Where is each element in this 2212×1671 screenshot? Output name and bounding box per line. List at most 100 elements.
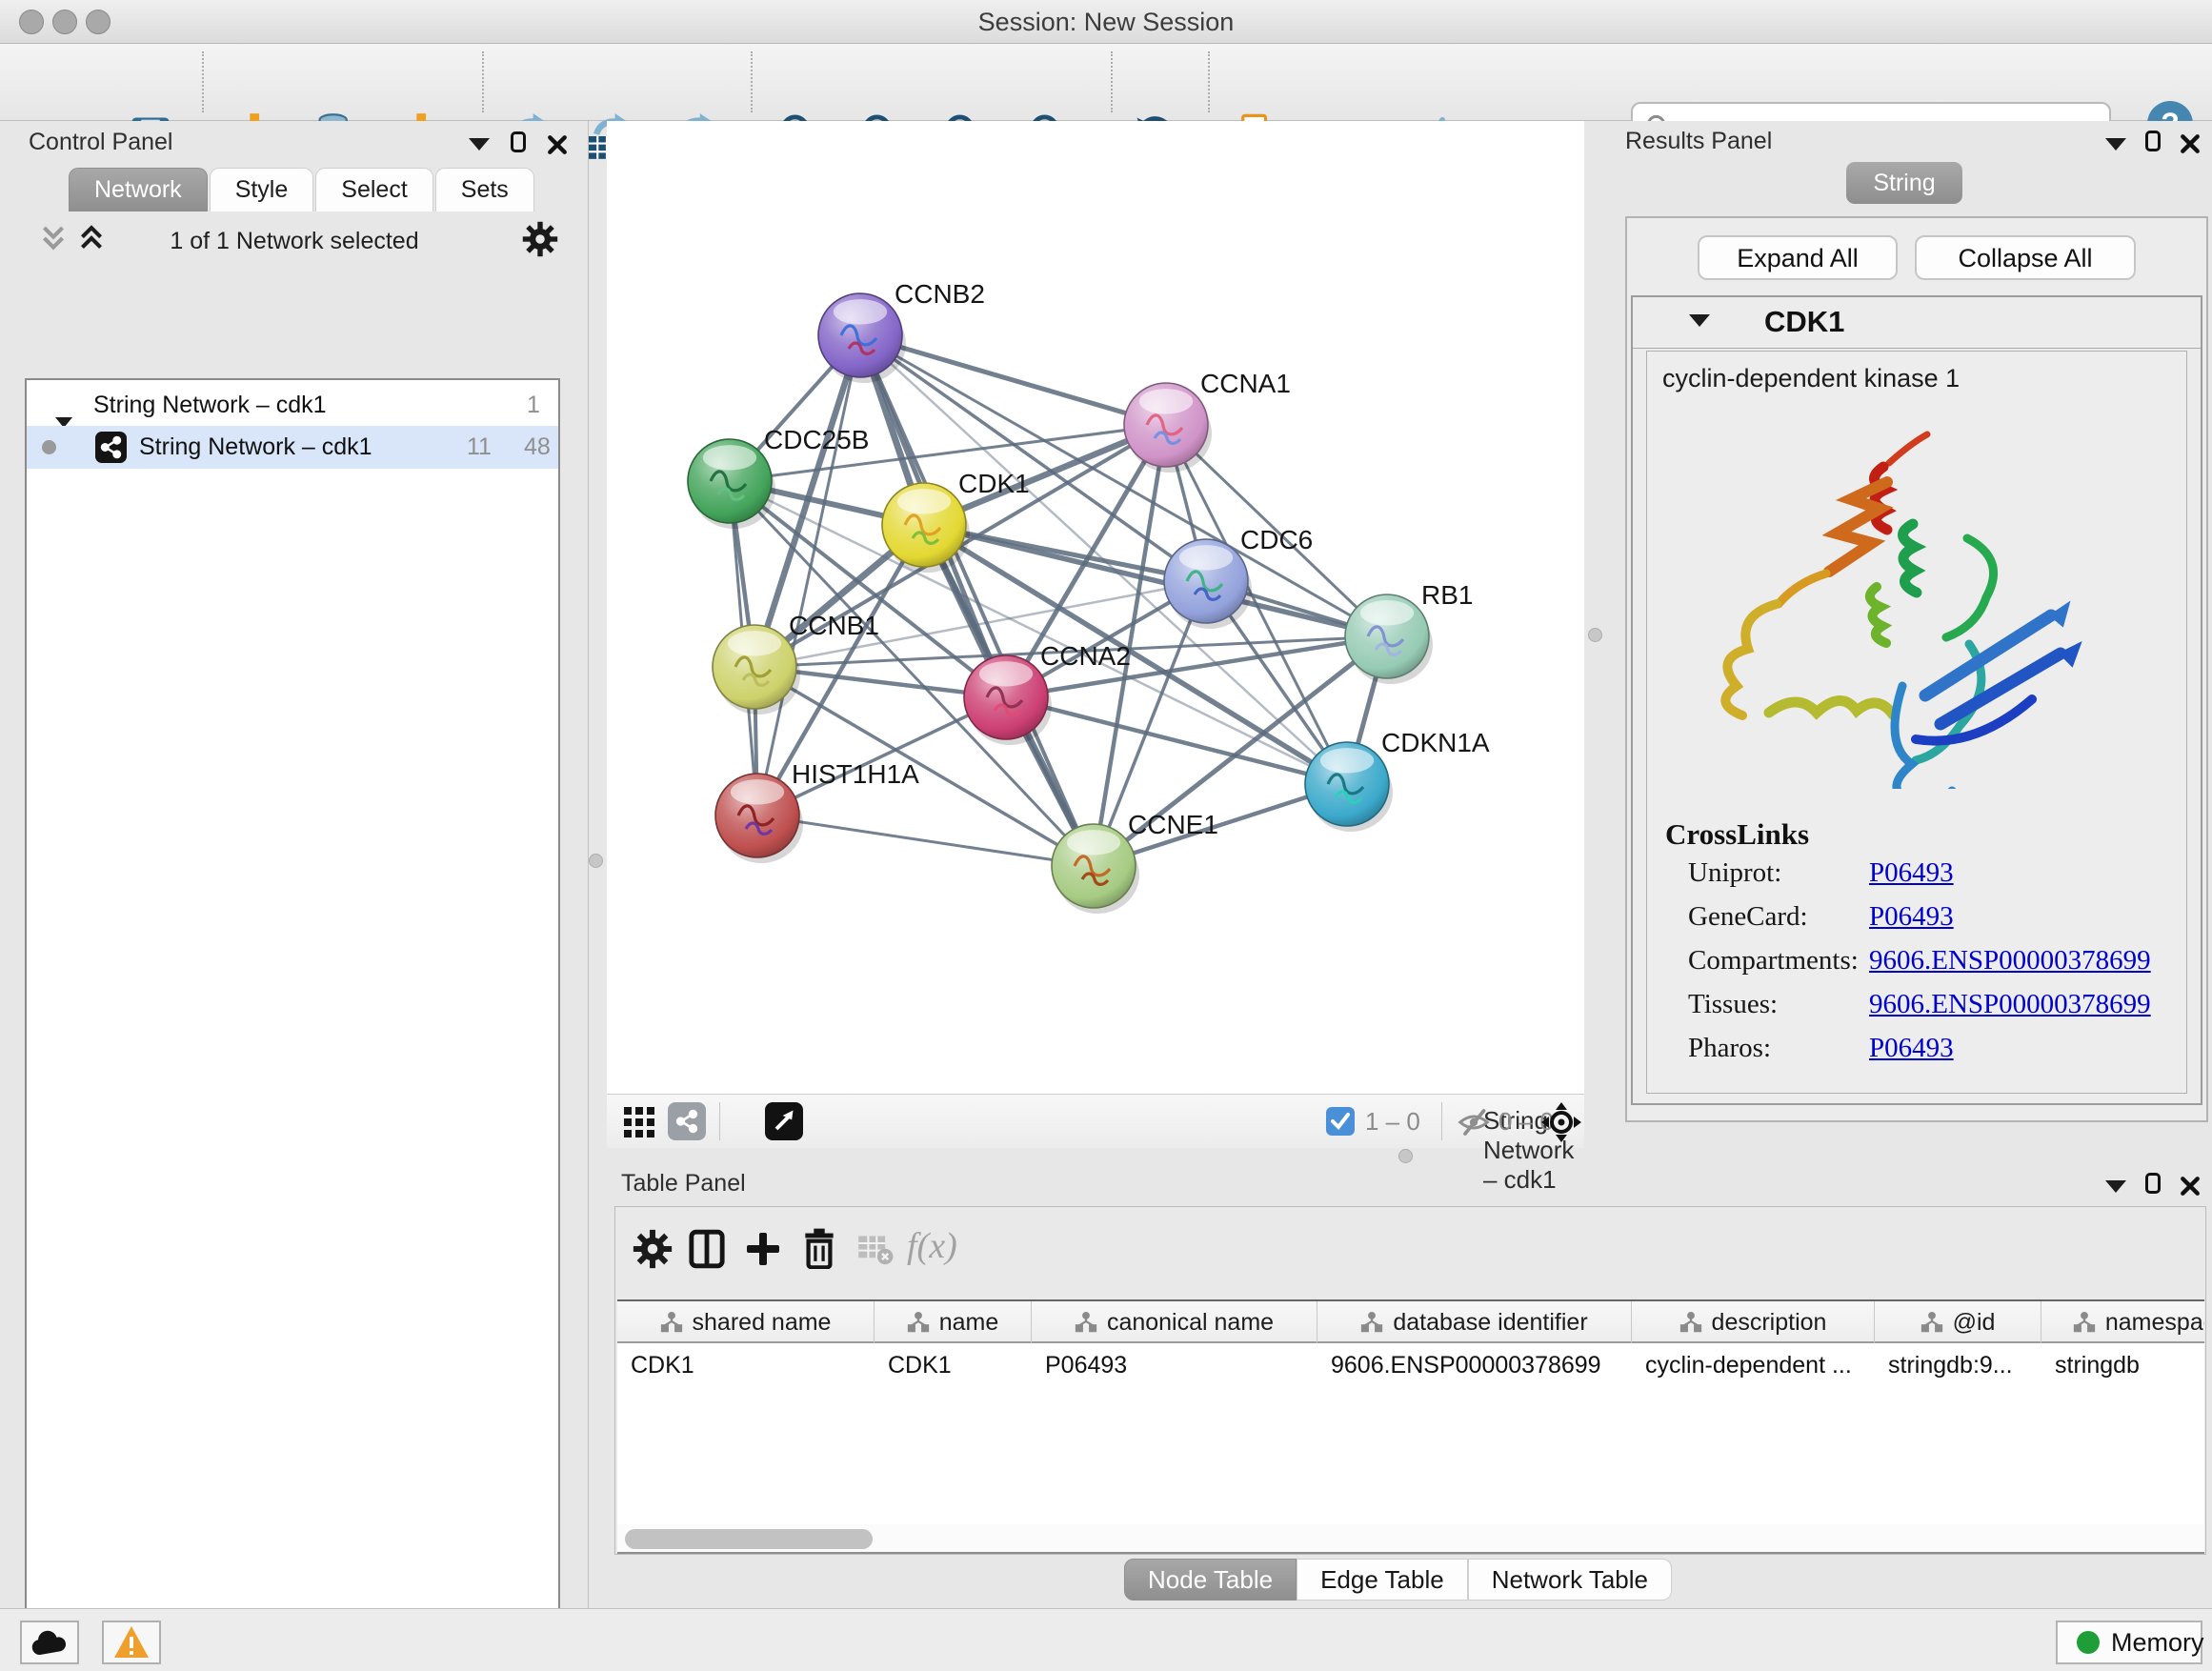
network-collection-row[interactable]: String Network – cdk1 1 (27, 384, 558, 427)
tab-select[interactable]: Select (315, 168, 432, 211)
cloud-status-button[interactable] (20, 1621, 79, 1664)
network-node-CCNA2[interactable] (964, 655, 1052, 745)
table-cell[interactable]: 9606.ENSP00000378699 (1317, 1345, 1632, 1387)
window-title: Session: New Session (0, 8, 2212, 37)
network-row-selected[interactable]: String Network – cdk1 11 48 (27, 426, 558, 469)
crosslink-link[interactable]: 9606.ENSP00000378699 (1869, 945, 2151, 976)
table-row[interactable]: CDK1CDK1P064939606.ENSP00000378699cyclin… (617, 1345, 2204, 1387)
control-panel-tabs: NetworkStyleSelectSets (69, 168, 536, 211)
right-splitter-handle[interactable] (1588, 628, 1602, 642)
tab-string[interactable]: String (1846, 162, 1962, 204)
column-header-namespace[interactable]: namespace (2041, 1301, 2204, 1343)
birds-eye-view-icon[interactable] (1540, 1101, 1582, 1143)
grid-view-icon[interactable] (622, 1105, 656, 1139)
table-horizontal-scrollbar[interactable] (617, 1524, 2204, 1554)
network-canvas[interactable]: CCNB2CCNA1CDC25BCDK1CDC6RB1CCNB1CCNA2CDK… (607, 121, 1584, 1094)
undock-panel-button[interactable] (511, 131, 526, 157)
collapse-entry-arrow[interactable] (1689, 314, 1710, 332)
network-node-CDKN1A[interactable] (1305, 742, 1393, 832)
node-label-CCNE1: CCNE1 (1128, 810, 1218, 839)
network-node-CDC25B[interactable] (688, 439, 775, 529)
undock-table-button[interactable] (2145, 1173, 2161, 1198)
crosslink-row: Compartments:9606.ENSP00000378699 (1688, 945, 2183, 989)
network-node-CCNA1[interactable] (1124, 383, 1212, 473)
node-label-CDC6: CDC6 (1240, 525, 1313, 554)
crosslink-link[interactable]: 9606.ENSP00000378699 (1869, 989, 2151, 1020)
bottom-splitter-handle[interactable] (1398, 1149, 1413, 1163)
column-header-canonical-name[interactable]: canonical name (1032, 1301, 1317, 1343)
column-header-database-identifier[interactable]: database identifier (1317, 1301, 1632, 1343)
network-options-gear-icon[interactable] (522, 221, 558, 257)
table-cell[interactable]: cyclin-dependent ... (1632, 1345, 1875, 1387)
application-window: Session: New Session (0, 0, 2212, 1671)
network-view-toolbar: String Network – cdk1 1 – 0 0 – 0 (607, 1094, 1584, 1148)
table-type-tabs: Node TableEdge TableNetwork Table (1124, 1559, 1672, 1601)
crosslink-link[interactable]: P06493 (1869, 901, 1954, 933)
tab-network[interactable]: Network (69, 168, 208, 211)
table-gear-icon[interactable] (633, 1229, 673, 1269)
netbar-divider (719, 1102, 720, 1140)
column-type-icon (2073, 1311, 2096, 1334)
network-icon (95, 432, 127, 463)
close-panel-button[interactable] (547, 134, 568, 155)
undock-results-button[interactable] (2145, 131, 2161, 156)
result-node-description: cyclin-dependent kinase 1 (1662, 364, 1960, 393)
results-panel-title: Results Panel (1625, 128, 1772, 155)
table-cell[interactable]: CDK1 (617, 1345, 875, 1387)
memory-label: Memory (2111, 1628, 2204, 1658)
edge-CCNB2-HIST1H1A (757, 335, 860, 815)
selected-checkbox[interactable] (1326, 1107, 1355, 1136)
table-cell[interactable]: stringdb (2041, 1345, 2204, 1387)
network-share-view-icon[interactable] (668, 1102, 706, 1140)
collapse-all-button[interactable]: Collapse All (1915, 235, 2136, 280)
create-column-plus-icon[interactable] (743, 1229, 783, 1269)
float-results-button[interactable] (2105, 138, 2126, 155)
tab-style[interactable]: Style (210, 168, 314, 211)
memory-button[interactable]: Memory (2056, 1621, 2202, 1664)
title-bar: Session: New Session (0, 0, 2212, 44)
crosslink-label: Tissues: (1688, 989, 1778, 1020)
node-label-CDKN1A: CDKN1A (1381, 728, 1490, 757)
network-selection-status: 1 of 1 Network selected (0, 228, 589, 255)
network-node-CDK1[interactable] (882, 483, 970, 573)
warnings-button[interactable] (102, 1621, 161, 1664)
float-table-button[interactable] (2105, 1180, 2126, 1198)
crosslink-label: GeneCard: (1688, 901, 1808, 933)
network-node-HIST1H1A[interactable] (715, 774, 803, 863)
show-column-icon[interactable] (688, 1229, 726, 1269)
network-node-RB1[interactable] (1345, 594, 1433, 684)
scrollbar-thumb[interactable] (625, 1529, 873, 1549)
float-panel-button[interactable] (469, 138, 490, 155)
tab-sets[interactable]: Sets (435, 168, 534, 211)
column-header-name[interactable]: name (875, 1301, 1032, 1343)
table-cell[interactable]: P06493 (1032, 1345, 1317, 1387)
crosslink-row: Uniprot:P06493 (1688, 857, 2183, 901)
column-header--id[interactable]: @id (1875, 1301, 2041, 1343)
column-header-description[interactable]: description (1632, 1301, 1875, 1343)
table-cell[interactable]: CDK1 (875, 1345, 1032, 1387)
node-result-header[interactable] (1633, 297, 2201, 349)
node-label-HIST1H1A: HIST1H1A (792, 759, 919, 789)
column-type-icon (660, 1311, 683, 1334)
crosslink-link[interactable]: P06493 (1869, 1033, 1954, 1064)
network-tree: String Network – cdk1 1 String Network –… (25, 378, 560, 1671)
tab-network-table[interactable]: Network Table (1468, 1559, 1672, 1601)
close-table-button[interactable] (2180, 1176, 2201, 1197)
toolbar-separator (482, 51, 484, 112)
memory-status-dot (2077, 1631, 2100, 1654)
delete-column-trash-icon[interactable] (800, 1227, 838, 1269)
column-header-shared-name[interactable]: shared name (617, 1301, 875, 1343)
tab-node-table[interactable]: Node Table (1124, 1559, 1297, 1601)
result-node-name: CDK1 (1764, 305, 1844, 339)
column-type-icon (1679, 1311, 1702, 1334)
toolbar-separator (1111, 51, 1113, 112)
left-splitter-handle[interactable] (589, 854, 603, 868)
collection-count: 1 (527, 384, 540, 427)
close-results-button[interactable] (2180, 133, 2201, 154)
crosslink-link[interactable]: P06493 (1869, 857, 1954, 889)
detach-view-icon[interactable] (765, 1102, 803, 1140)
table-cell[interactable]: stringdb:9... (1875, 1345, 2041, 1387)
toolbar-separator (202, 51, 204, 112)
tab-edge-table[interactable]: Edge Table (1297, 1559, 1468, 1601)
expand-all-button[interactable]: Expand All (1698, 235, 1898, 280)
